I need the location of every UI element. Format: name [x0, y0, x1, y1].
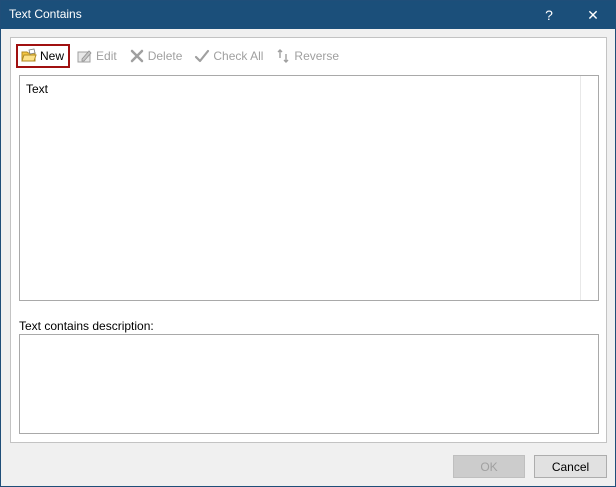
new-button[interactable]: New: [16, 44, 71, 68]
text-list[interactable]: Text: [19, 75, 599, 301]
ok-button[interactable]: OK: [453, 455, 525, 478]
check-all-button[interactable]: Check All: [191, 45, 266, 67]
reverse-arrows-icon: [275, 48, 291, 64]
delete-button-label: Delete: [147, 49, 183, 63]
cancel-button[interactable]: Cancel: [534, 455, 607, 478]
list-item[interactable]: Text: [26, 82, 48, 96]
edit-button-label: Edit: [96, 49, 117, 63]
description-label: Text contains description:: [19, 319, 154, 333]
description-textarea[interactable]: [19, 334, 599, 434]
check-all-button-label: Check All: [213, 49, 264, 63]
content-panel: New Edit Delete Check All Reverse Text T…: [10, 37, 607, 443]
edit-icon: [77, 48, 93, 64]
delete-x-icon: [129, 48, 145, 64]
reverse-button-label: Reverse: [294, 49, 340, 63]
delete-button[interactable]: Delete: [126, 45, 186, 67]
edit-button[interactable]: Edit: [74, 45, 120, 67]
help-button[interactable]: ?: [527, 1, 571, 29]
new-button-label: New: [40, 49, 65, 63]
list-scrollbar[interactable]: [580, 76, 598, 300]
window-title: Text Contains: [9, 7, 82, 21]
checkmark-icon: [194, 48, 210, 64]
folder-open-icon: [21, 48, 37, 64]
title-bar: Text Contains ? ✕: [1, 1, 615, 29]
toolbar: New Edit Delete Check All Reverse: [16, 44, 348, 68]
close-button[interactable]: ✕: [571, 1, 615, 29]
text-contains-dialog: Text Contains ? ✕ New Edit Delete Check …: [0, 0, 616, 487]
reverse-button[interactable]: Reverse: [272, 45, 342, 67]
